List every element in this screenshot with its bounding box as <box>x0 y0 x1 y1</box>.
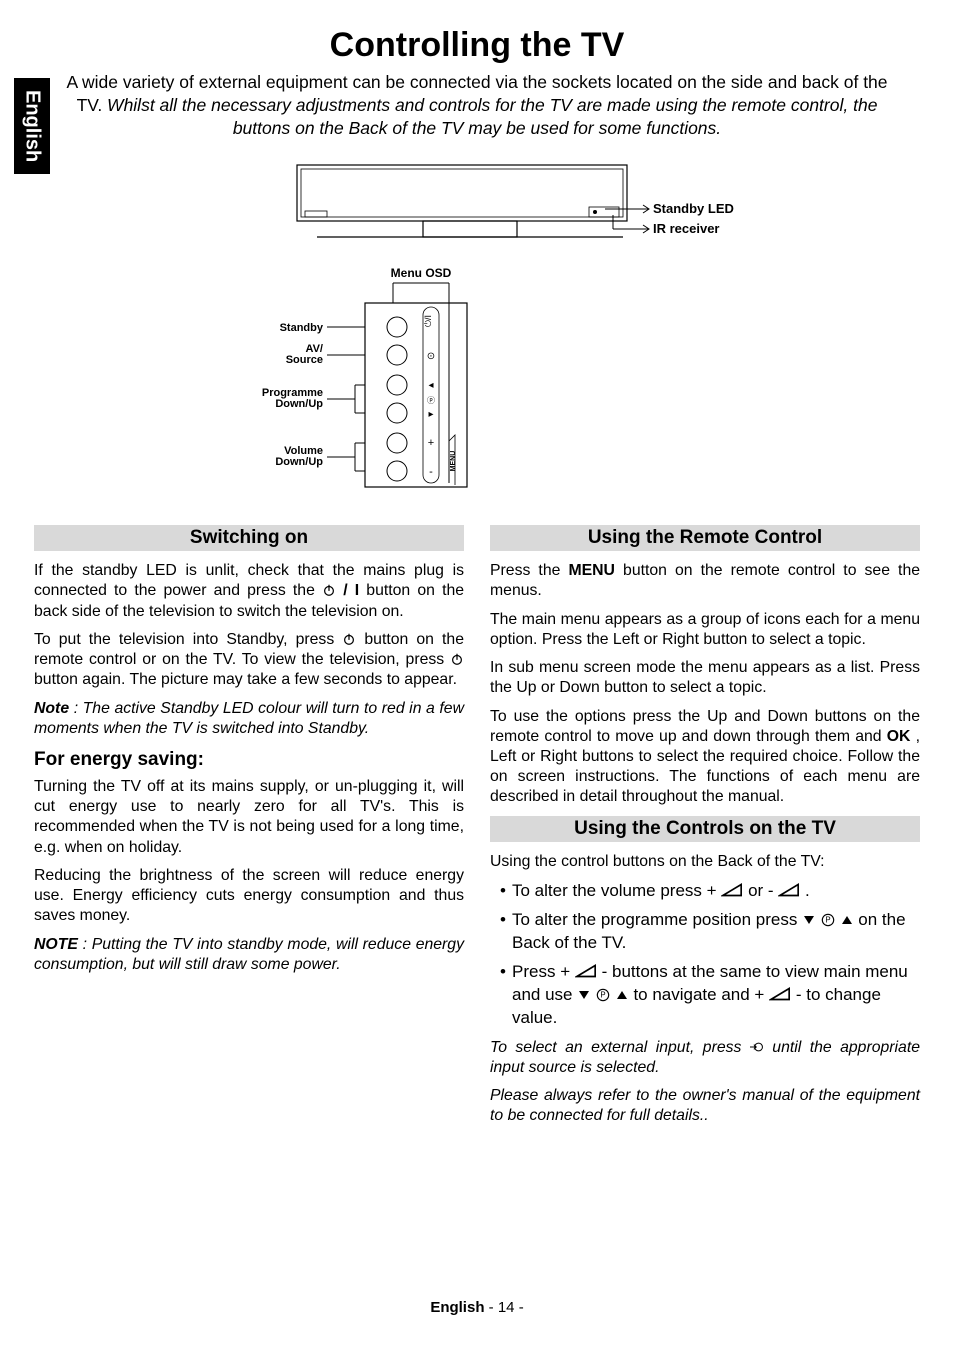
footer-page-number: 14 <box>498 1299 515 1316</box>
triangle-down-icon <box>802 913 816 927</box>
page-content: Controlling the TV A wide variety of ext… <box>34 26 920 1314</box>
plus-symbol: + <box>707 881 717 900</box>
bullet-programme: To alter the programme position press P … <box>500 909 920 955</box>
intro-italic: Whilst all the necessary adjustments and… <box>107 95 877 138</box>
switching-p2: To put the television into Standby, pres… <box>34 630 464 691</box>
right-column: Using the Remote Control Press the MENU … <box>490 525 920 1134</box>
svg-text:◂: ◂ <box>428 380 433 391</box>
source-input-icon <box>750 1040 764 1054</box>
page-footer: English - 14 - <box>0 1299 954 1316</box>
tvctrl-manual-ref: Please always refer to the owner's manua… <box>490 1086 920 1126</box>
remote-p3: In sub menu screen mode the menu appears… <box>490 658 920 698</box>
label-av-source: AV/Source <box>286 343 323 366</box>
tvctrl-list: To alter the volume press + or - . To al… <box>490 880 920 1030</box>
svg-text:▸: ▸ <box>428 409 433 420</box>
minus-symbol: - <box>768 881 774 900</box>
intro-paragraph: A wide variety of external equipment can… <box>64 71 890 139</box>
volume-wedge-icon <box>778 882 800 898</box>
p-circled-icon: P <box>821 913 835 927</box>
triangle-up-icon <box>615 988 629 1002</box>
footer-language: English <box>430 1299 484 1316</box>
svg-text:⏻/I: ⏻/I <box>423 315 433 327</box>
heading-remote: Using the Remote Control <box>490 525 920 551</box>
power-icon <box>322 583 336 597</box>
bullet-menu: Press + - buttons at the same to view ma… <box>500 961 920 1030</box>
svg-text:+: + <box>428 437 434 449</box>
remote-p2: The main menu appears as a group of icon… <box>490 610 920 650</box>
svg-text:-: - <box>429 466 433 478</box>
bullet-volume: To alter the volume press + or - . <box>500 880 920 903</box>
label-ir-receiver: IR receiver <box>653 221 720 236</box>
energy-p1: Turning the TV off at its mains supply, … <box>34 777 464 858</box>
svg-text:⊙: ⊙ <box>427 351 435 362</box>
page-title: Controlling the TV <box>34 26 920 65</box>
left-column: Switching on If the standby LED is unlit… <box>34 525 464 1134</box>
label-volume: VolumeDown/Up <box>275 445 323 468</box>
diagram-svg: Standby LED IR receiver Menu OSD ⏻/I ⊙ <box>197 155 757 505</box>
triangle-down-icon <box>577 988 591 1002</box>
tvctrl-ext-input: To select an external input, press until… <box>490 1038 920 1078</box>
footer-after: - <box>519 1299 524 1316</box>
energy-p2: Reducing the brightness of the screen wi… <box>34 866 464 927</box>
label-menu-osd: Menu OSD <box>391 266 452 280</box>
volume-wedge-icon <box>769 986 791 1002</box>
volume-wedge-icon <box>575 963 597 979</box>
switching-note: Note : The active Standby LED colour wil… <box>34 699 464 739</box>
footer-sep: - <box>489 1299 498 1316</box>
remote-p1: Press the MENU button on the remote cont… <box>490 561 920 601</box>
svg-text:P: P <box>825 915 830 924</box>
label-programme: ProgrammeDown/Up <box>262 387 323 410</box>
power-icon <box>450 652 464 666</box>
svg-text:ⓟ: ⓟ <box>427 396 435 405</box>
heading-switching-on: Switching on <box>34 525 464 551</box>
svg-text:MENU: MENU <box>450 451 457 472</box>
remote-p4: To use the options press the Up and Down… <box>490 707 920 808</box>
triangle-up-icon <box>840 913 854 927</box>
p-circled-icon: P <box>596 988 610 1002</box>
volume-wedge-icon <box>721 882 743 898</box>
svg-text:P: P <box>600 990 605 999</box>
label-standby-led: Standby LED <box>653 201 734 216</box>
heading-energy-saving: For energy saving: <box>34 749 464 771</box>
switching-p1: If the standby LED is unlit, check that … <box>34 561 464 622</box>
energy-note: NOTE : Putting the TV into standby mode,… <box>34 935 464 975</box>
label-standby: Standby <box>280 322 324 334</box>
power-icon <box>342 632 356 646</box>
two-column-layout: Switching on If the standby LED is unlit… <box>34 525 920 1134</box>
period-symbol: . <box>805 881 810 900</box>
heading-tv-controls: Using the Controls on the TV <box>490 816 920 842</box>
tv-diagram: Standby LED IR receiver Menu OSD ⏻/I ⊙ <box>34 155 920 505</box>
tvctrl-intro: Using the control buttons on the Back of… <box>490 852 920 872</box>
